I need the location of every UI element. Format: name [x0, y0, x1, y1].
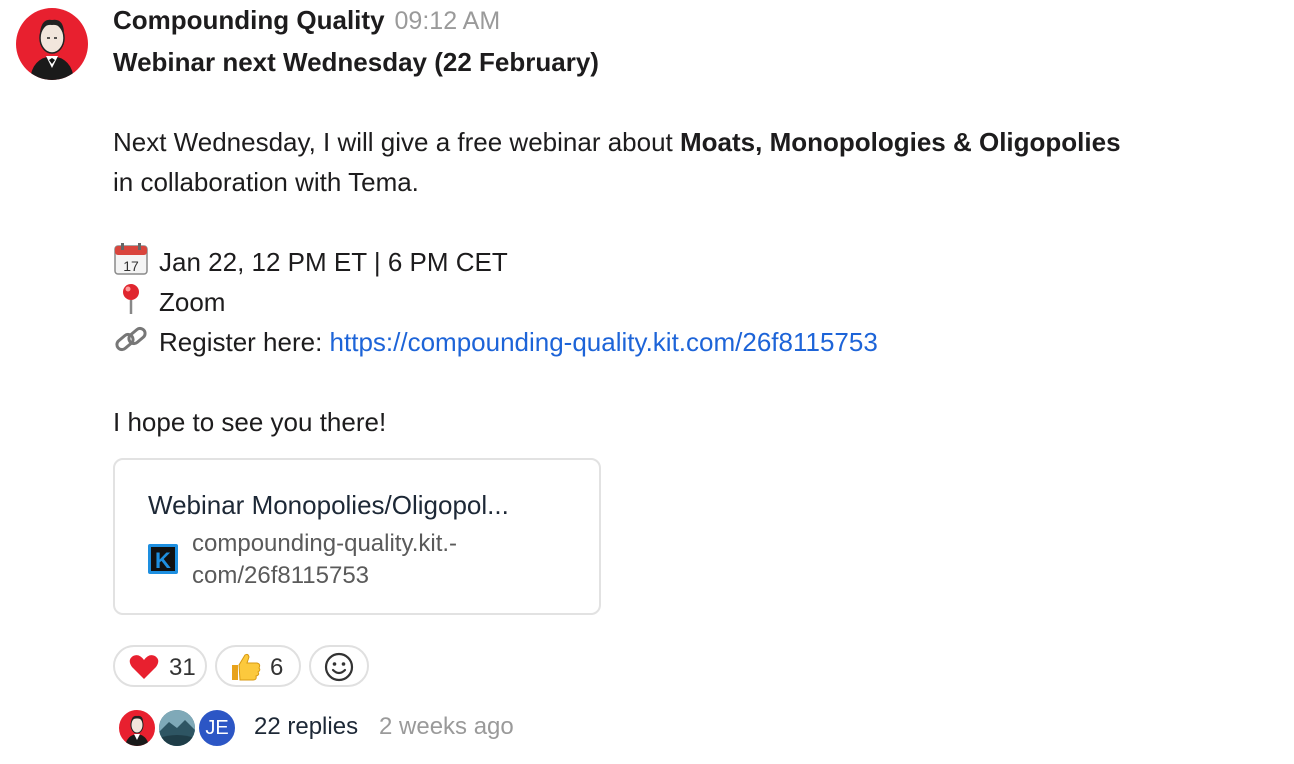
svg-text:K: K [155, 548, 171, 573]
details-list: 17 Jan 22, 12 PM ET | 6 PM CET Zoom Regi… [113, 242, 878, 362]
closing-text: I hope to see you there! [113, 407, 387, 437]
register-label: Register here: [159, 327, 330, 357]
date-line: 17 Jan 22, 12 PM ET | 6 PM CET [113, 242, 878, 282]
kit-logo-icon: K [148, 544, 178, 574]
link-preview-url-line-1: compounding-quality.kit.- [192, 530, 458, 557]
intro-paragraph: Next Wednesday, I will give a free webin… [113, 122, 1121, 202]
register-link[interactable]: https://compounding-quality.kit.com/26f8… [330, 327, 878, 357]
calendar-icon: 17 [113, 243, 149, 275]
link-icon [113, 323, 149, 355]
intro-bold-topic: Moats, Monopologies & Oligopolies [680, 127, 1121, 157]
reaction-thumbs-up[interactable]: 6 [215, 645, 301, 687]
reply-count[interactable]: 22 replies [254, 712, 358, 742]
location-text: Zoom [159, 287, 226, 317]
link-preview-title: Webinar Monopolies/Oligopol... [148, 490, 509, 520]
reply-avatar-landscape [157, 708, 197, 748]
register-line: Register here: https://compounding-quali… [113, 322, 878, 362]
pin-icon [113, 283, 149, 315]
author-name[interactable]: Compounding Quality [113, 5, 385, 35]
person-illustration-icon [30, 19, 74, 80]
last-reply-time: 2 weeks ago [379, 713, 514, 740]
intro-line-1: Next Wednesday, I will give a free webin… [113, 122, 1121, 162]
reaction-heart-count: 31 [169, 654, 196, 681]
smiley-add-icon [324, 652, 354, 682]
reply-avatar-je: JE [197, 708, 237, 748]
date-text: Jan 22, 12 PM ET | 6 PM CET [159, 247, 508, 277]
reaction-thumbs-up-count: 6 [270, 654, 284, 681]
author-avatar[interactable] [16, 8, 88, 80]
heart-icon [129, 655, 159, 679]
add-reaction-button[interactable] [309, 645, 369, 687]
link-preview-url: compounding-quality.kit.- com/26f8115753 [192, 528, 457, 592]
link-preview-card[interactable]: Webinar Monopolies/Oligopol... K compoun… [113, 458, 601, 615]
intro-line-2: in collaboration with Tema. [113, 167, 419, 197]
link-preview-url-line-2: com/26f8115753 [192, 562, 370, 589]
reply-avatar-person [117, 708, 157, 748]
thumbs-up-icon [232, 653, 261, 681]
svg-text:17: 17 [123, 258, 139, 274]
location-line: Zoom [113, 282, 878, 322]
reaction-heart[interactable]: 31 [113, 645, 207, 687]
intro-prefix: Next Wednesday, I will give a free webin… [113, 127, 680, 157]
message-title: Webinar next Wednesday (22 February) [113, 47, 599, 77]
message-header: Compounding Quality 09:12 AM [113, 4, 500, 37]
message-timestamp[interactable]: 09:12 AM [395, 7, 501, 35]
